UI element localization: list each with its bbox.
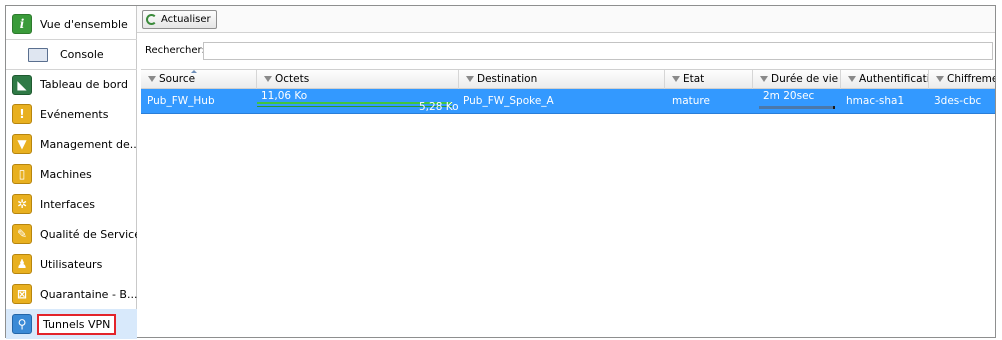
sort-caret-icon xyxy=(191,70,197,73)
filter-icon[interactable] xyxy=(148,76,156,82)
column-header-cipher[interactable]: Chiffrement xyxy=(929,70,995,89)
sidebar-item-label: Interfaces xyxy=(40,197,95,211)
vpn-icon: ⚲ xyxy=(12,314,32,334)
sidebar-item-label: Tunnels VPN xyxy=(37,313,117,335)
sidebar-item-label: Evénements xyxy=(40,107,109,121)
sidebar-item-label: Qualité de Service xyxy=(40,227,137,241)
vpn-tunnels-table: Source Octets Destination Etat Durée de … xyxy=(141,69,995,114)
sidebar-item-machines[interactable]: ▯ Machines xyxy=(6,159,137,189)
sidebar-item-label: Quarantaine - B... xyxy=(40,287,137,301)
column-header-state[interactable]: Etat xyxy=(665,70,753,89)
sidebar-item-label: Machines xyxy=(40,167,92,181)
sidebar: i Vue d'ensemble Console ◣ Tableau de bo… xyxy=(6,6,137,339)
users-icon: ♟ xyxy=(12,254,32,274)
sidebar-item-qos[interactable]: ✎ Qualité de Service xyxy=(6,219,137,249)
refresh-button-label: Actualiser xyxy=(161,14,211,25)
filter-icon[interactable] xyxy=(760,76,768,82)
cell-source: Pub_FW_Hub xyxy=(147,95,215,107)
sidebar-item-console[interactable]: Console xyxy=(6,39,137,69)
filter-icon[interactable] xyxy=(848,76,856,82)
column-header-lifetime[interactable]: Durée de vie xyxy=(753,70,841,89)
sidebar-item-quarantine[interactable]: ⊠ Quarantaine - B... xyxy=(6,279,137,309)
search-label: Rechercher: xyxy=(145,45,205,56)
quarantine-icon: ⊠ xyxy=(12,284,32,304)
cell-lifetime: 2m 20sec xyxy=(763,90,815,102)
cell-destination: Pub_FW_Spoke_A xyxy=(463,95,554,107)
network-icon: ✲ xyxy=(12,194,32,214)
sidebar-item-label: Tableau de bord xyxy=(40,78,128,91)
filter-icon[interactable] xyxy=(264,76,272,82)
cell-auth: hmac-sha1 xyxy=(846,95,905,107)
lifetime-progress-bar xyxy=(759,106,835,109)
column-header-source[interactable]: Source xyxy=(141,70,257,89)
filter-icon[interactable] xyxy=(466,76,474,82)
column-header-destination[interactable]: Destination xyxy=(459,70,665,89)
search-bar: Rechercher: xyxy=(137,42,995,62)
search-input[interactable] xyxy=(203,42,993,60)
sidebar-item-users[interactable]: ♟ Utilisateurs xyxy=(6,249,137,279)
sidebar-item-vpn-tunnels[interactable]: ⚲ Tunnels VPN xyxy=(6,309,137,339)
column-header-bytes[interactable]: Octets xyxy=(257,70,459,89)
warning-icon: ! xyxy=(12,104,32,124)
dashboard-icon: ◣ xyxy=(12,74,32,95)
toolbar: Actualiser xyxy=(137,6,995,33)
column-header-auth[interactable]: Authentificatio xyxy=(841,70,929,89)
refresh-icon xyxy=(146,14,157,25)
cell-cipher: 3des-cbc xyxy=(934,95,982,107)
table-header: Source Octets Destination Etat Durée de … xyxy=(141,69,995,89)
filter-icon[interactable] xyxy=(936,76,944,82)
sidebar-item-label: Console xyxy=(60,48,104,61)
table-row[interactable]: Pub_FW_Hub 11,06 Ko 5,28 Ko Pub_FW_Spoke… xyxy=(141,89,995,114)
sidebar-item-label: Management de... xyxy=(40,137,137,151)
machine-icon: ▯ xyxy=(12,164,32,184)
shield-icon: ▼ xyxy=(12,134,32,154)
info-icon: i xyxy=(12,14,32,34)
sidebar-item-overview[interactable]: i Vue d'ensemble xyxy=(6,9,137,39)
cell-state: mature xyxy=(672,95,710,107)
refresh-button[interactable]: Actualiser xyxy=(142,10,217,29)
console-icon xyxy=(28,47,48,62)
cell-bytes-out: 5,28 Ko xyxy=(419,101,459,113)
qos-icon: ✎ xyxy=(12,224,32,244)
lifetime-progress-fill xyxy=(759,106,833,109)
sidebar-item-interfaces[interactable]: ✲ Interfaces xyxy=(6,189,137,219)
sidebar-item-management[interactable]: ▼ Management de... xyxy=(6,129,137,159)
vpn-tunnels-window: i Vue d'ensemble Console ◣ Tableau de bo… xyxy=(5,5,996,339)
filter-icon[interactable] xyxy=(672,76,680,82)
sidebar-item-label: Vue d'ensemble xyxy=(40,17,128,31)
sidebar-item-events[interactable]: ! Evénements xyxy=(6,99,137,129)
sidebar-item-label: Utilisateurs xyxy=(40,257,103,271)
sidebar-item-dashboard[interactable]: ◣ Tableau de bord xyxy=(6,69,137,99)
